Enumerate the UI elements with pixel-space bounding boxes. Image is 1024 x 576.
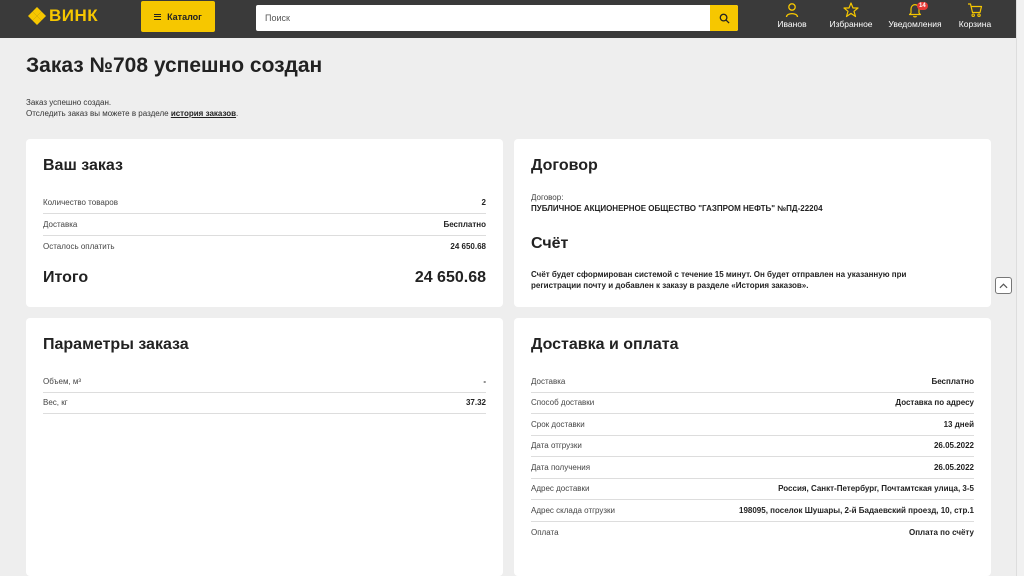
order-row-key: Доставка bbox=[43, 220, 78, 229]
search-input[interactable] bbox=[256, 5, 710, 31]
delivery-row: Дата отгрузки 26.05.2022 bbox=[531, 435, 974, 457]
notifications-badge: 14 bbox=[917, 2, 928, 10]
user-icon bbox=[785, 3, 799, 18]
order-row: Доставка Бесплатно bbox=[43, 214, 486, 236]
delivery-row: Адрес доставки Россия, Санкт-Петербург, … bbox=[531, 478, 974, 500]
delivery-row-value: 13 дней bbox=[943, 420, 974, 429]
top-header: ВИНК Каталог Иванов Избранное 14 bbox=[0, 0, 1016, 38]
params-row-key: Вес, кг bbox=[43, 398, 68, 407]
intro-text: Заказ успешно создан. Отследить заказ вы… bbox=[26, 97, 238, 119]
contract-card: Договор Договор: ПУБЛИЧНОЕ АКЦИОНЕРНОЕ О… bbox=[514, 139, 991, 307]
nav-notifications[interactable]: 14 Уведомления bbox=[885, 2, 945, 34]
contract-value: ПУБЛИЧНОЕ АКЦИОНЕРНОЕ ОБЩЕСТВО "ГАЗПРОМ … bbox=[531, 204, 823, 213]
delivery-row: Оплата Оплата по счёту bbox=[531, 521, 974, 543]
contract-info: Договор: ПУБЛИЧНОЕ АКЦИОНЕРНОЕ ОБЩЕСТВО … bbox=[531, 192, 974, 214]
chevron-up-icon bbox=[999, 282, 1008, 288]
delivery-row-value: Оплата по счёту bbox=[908, 527, 974, 537]
intro-line-2-prefix: Отследить заказ вы можете в разделе bbox=[26, 109, 169, 118]
params-row: Объем, м³ - bbox=[43, 371, 486, 393]
contract-title: Договор bbox=[531, 157, 598, 174]
delivery-row-key: Срок доставки bbox=[531, 420, 585, 429]
star-icon bbox=[843, 2, 859, 18]
nav-profile-label: Иванов bbox=[777, 19, 807, 29]
order-summary-title: Ваш заказ bbox=[43, 157, 123, 174]
order-row: Осталось оплатить 24 650.68 bbox=[43, 235, 486, 257]
params-row-key: Объем, м³ bbox=[43, 377, 82, 386]
delivery-row-value: 198095, поселок Шушары, 2-й Бадаевский п… bbox=[739, 506, 974, 515]
catalog-button[interactable]: Каталог bbox=[141, 1, 215, 32]
delivery-title: Доставка и оплата bbox=[531, 336, 679, 353]
delivery-card: Доставка и оплата Доставка Бесплатно Спо… bbox=[514, 318, 991, 576]
invoice-text-content: Счёт будет сформирован системой с течени… bbox=[531, 270, 907, 290]
delivery-row-value: Бесплатно bbox=[931, 377, 974, 386]
search-button[interactable] bbox=[710, 5, 738, 31]
delivery-row-value: 26.05.2022 bbox=[933, 441, 974, 450]
delivery-row-value: Доставка по адресу bbox=[895, 398, 974, 407]
page-title: Заказ №708 успешно создан bbox=[26, 54, 323, 77]
invoice-text: Счёт будет сформирован системой с течени… bbox=[531, 269, 911, 291]
params-row-value: 37.32 bbox=[465, 398, 486, 407]
menu-icon bbox=[154, 12, 162, 21]
catalog-label: Каталог bbox=[167, 11, 202, 22]
logo-text: ВИНК bbox=[49, 6, 99, 25]
intro-line-2: Отследить заказ вы можете в разделе исто… bbox=[26, 108, 238, 119]
order-history-link[interactable]: история заказов bbox=[171, 109, 236, 118]
intro-line-1: Заказ успешно создан. bbox=[26, 98, 112, 107]
invoice-title: Счёт bbox=[531, 235, 569, 252]
nav-favorites-label: Избранное bbox=[829, 19, 873, 29]
logo[interactable]: ВИНК bbox=[28, 6, 99, 25]
contract-label: Договор: bbox=[531, 193, 564, 202]
order-params-title: Параметры заказа bbox=[43, 336, 189, 353]
order-row-key: Количество товаров bbox=[43, 198, 118, 207]
delivery-row-key: Доставка bbox=[531, 377, 566, 386]
delivery-row: Способ доставки Доставка по адресу bbox=[531, 392, 974, 414]
nav-favorites[interactable]: Избранное bbox=[821, 2, 881, 34]
delivery-row-value: 26.05.2022 bbox=[933, 463, 974, 472]
order-row-value: 24 650.68 bbox=[450, 241, 486, 251]
order-row-key: Осталось оплатить bbox=[43, 241, 115, 251]
delivery-row: Срок доставки 13 дней bbox=[531, 414, 974, 436]
order-total: Итого 24 650.68 bbox=[43, 269, 486, 287]
nav-cart[interactable]: Корзина bbox=[945, 2, 1005, 34]
params-row: Вес, кг 37.32 bbox=[43, 392, 486, 414]
order-row-value: 2 bbox=[481, 198, 486, 207]
delivery-row-key: Адрес склада отгрузки bbox=[531, 506, 616, 515]
delivery-row: Доставка Бесплатно bbox=[531, 371, 974, 393]
order-params-card: Параметры заказа Объем, м³ - Вес, кг 37.… bbox=[26, 318, 503, 576]
delivery-row-key: Оплата bbox=[531, 527, 559, 537]
delivery-row: Дата получения 26.05.2022 bbox=[531, 457, 974, 479]
order-row-value: Бесплатно bbox=[443, 220, 486, 229]
nav-cart-label: Корзина bbox=[958, 19, 992, 29]
scroll-to-top-button[interactable] bbox=[995, 277, 1012, 294]
cart-icon bbox=[968, 3, 983, 17]
order-total-label: Итого bbox=[43, 269, 89, 286]
delivery-row-key: Способ доставки bbox=[531, 398, 595, 407]
delivery-row: Адрес склада отгрузки 198095, поселок Шу… bbox=[531, 500, 974, 522]
delivery-row-value: Россия, Санкт-Петербург, Почтамтская ули… bbox=[778, 484, 974, 493]
page-scrollbar[interactable] bbox=[1016, 0, 1024, 576]
order-summary-card: Ваш заказ Количество товаров 2 Доставка … bbox=[26, 139, 503, 307]
search-icon bbox=[719, 13, 730, 24]
logo-icon bbox=[28, 7, 46, 25]
nav-notifications-label: Уведомления bbox=[888, 19, 942, 29]
delivery-row-key: Дата получения bbox=[531, 463, 591, 472]
order-row: Количество товаров 2 bbox=[43, 192, 486, 214]
delivery-row-key: Адрес доставки bbox=[531, 484, 590, 493]
delivery-row-key: Дата отгрузки bbox=[531, 441, 582, 450]
params-row-value: - bbox=[483, 377, 486, 386]
search-bar bbox=[256, 5, 738, 31]
nav-profile[interactable]: Иванов bbox=[762, 2, 822, 34]
order-total-value: 24 650.68 bbox=[414, 269, 486, 286]
intro-suffix: . bbox=[236, 109, 239, 118]
